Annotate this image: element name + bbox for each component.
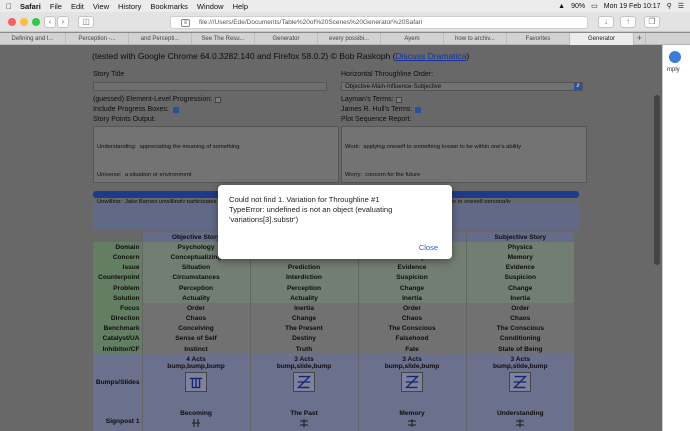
forward-button[interactable]: › (57, 16, 69, 28)
side-panel-text: mply (667, 67, 680, 73)
tab-defining[interactable]: Defining and I... (0, 33, 66, 45)
tab-favorites[interactable]: Favorites (507, 33, 570, 45)
menu-help[interactable]: Help (233, 2, 248, 11)
menu-view[interactable]: View (93, 2, 109, 11)
downloads-icon[interactable]: ↓ (598, 16, 614, 28)
menu-history[interactable]: History (118, 2, 141, 11)
tab-see-the-resu[interactable]: See The Resu... (192, 33, 255, 45)
minimize-window-icon[interactable] (20, 18, 28, 26)
menu-window[interactable]: Window (197, 2, 224, 11)
close-button[interactable]: Close (419, 243, 438, 252)
sidebar-toggle-icon[interactable]: ◫ (78, 16, 94, 28)
menu-edit[interactable]: Edit (71, 2, 84, 11)
status-area: ▲ 90% ▭ Mon 19 Feb 10:17 ⚲ ☰ (558, 0, 684, 12)
menu-bar:  Safari File Edit View History Bookmark… (0, 0, 690, 12)
share-icon[interactable]: ↑ (620, 16, 636, 28)
new-tab-button[interactable]: + (634, 33, 646, 45)
apple-icon[interactable]:  (6, 2, 12, 11)
battery-icon[interactable]: ▭ (591, 2, 598, 10)
search-icon[interactable]: ⚲ (667, 2, 672, 10)
tab-generator-active[interactable]: Generator (570, 33, 634, 45)
tabs-overview-icon[interactable]: ❐ (644, 16, 660, 28)
menu-app-name[interactable]: Safari (20, 2, 41, 11)
menu-bookmarks[interactable]: Bookmarks (150, 2, 188, 11)
tab-generator-1[interactable]: Generator (255, 33, 318, 45)
tab-ayem[interactable]: Ayem (381, 33, 444, 45)
alert-message: Could not find 1. Variation for Throughl… (229, 195, 393, 224)
app-icon[interactable] (669, 51, 681, 63)
menu-file[interactable]: File (50, 2, 62, 11)
browser-toolbar: ‹ › ◫ ≡ file:///Users/Ede/Documents/Tabl… (0, 12, 690, 32)
address-bar[interactable]: ≡ file:///Users/Ede/Documents/Table%20of… (170, 16, 588, 29)
clock[interactable]: Mon 19 Feb 10:17 (604, 3, 661, 10)
tab-how-to-archiv[interactable]: how to archiv... (444, 33, 507, 45)
tab-bar: Defining and I... Perception -... and Pe… (0, 33, 690, 45)
url-text: file:///Users/Ede/Documents/Table%20of%2… (199, 19, 423, 26)
menu-list-icon[interactable]: ☰ (678, 2, 684, 10)
wifi-icon[interactable]: ▲ (558, 3, 565, 10)
close-window-icon[interactable] (8, 18, 16, 26)
right-side-panel: mply (662, 45, 690, 431)
tab-and-percepti[interactable]: and Percepti... (129, 33, 192, 45)
back-button[interactable]: ‹ (44, 16, 56, 28)
battery-percent[interactable]: 90% (571, 3, 585, 10)
reader-icon[interactable]: ≡ (181, 19, 190, 27)
alert-dialog: Could not find 1. Variation for Throughl… (218, 185, 452, 259)
tab-perception[interactable]: Perception -... (66, 33, 129, 45)
tab-every-possibi[interactable]: every possibi... (318, 33, 381, 45)
zoom-window-icon[interactable] (32, 18, 40, 26)
